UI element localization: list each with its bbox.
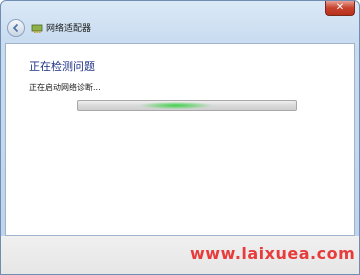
page-heading: 正在检测问题	[29, 60, 95, 73]
content-panel: 正在检测问题 正在启动网络诊断...	[5, 43, 355, 236]
status-text: 正在启动网络诊断...	[29, 83, 101, 92]
back-button[interactable]	[7, 19, 25, 37]
title-bar: 网络适配器	[5, 15, 355, 41]
network-adapter-icon	[31, 24, 43, 33]
back-arrow-icon	[12, 23, 19, 33]
window-title: 网络适配器	[46, 24, 92, 34]
progress-bar	[77, 100, 297, 111]
progress-indicator	[141, 102, 211, 109]
watermark-text: www.laixuea.com	[190, 244, 356, 263]
close-icon: ✕	[335, 2, 345, 13]
close-button[interactable]: ✕	[325, 1, 355, 16]
troubleshooter-window: ✕ 网络适配器 正在检测问题 正在启动网络诊断...	[0, 0, 360, 275]
